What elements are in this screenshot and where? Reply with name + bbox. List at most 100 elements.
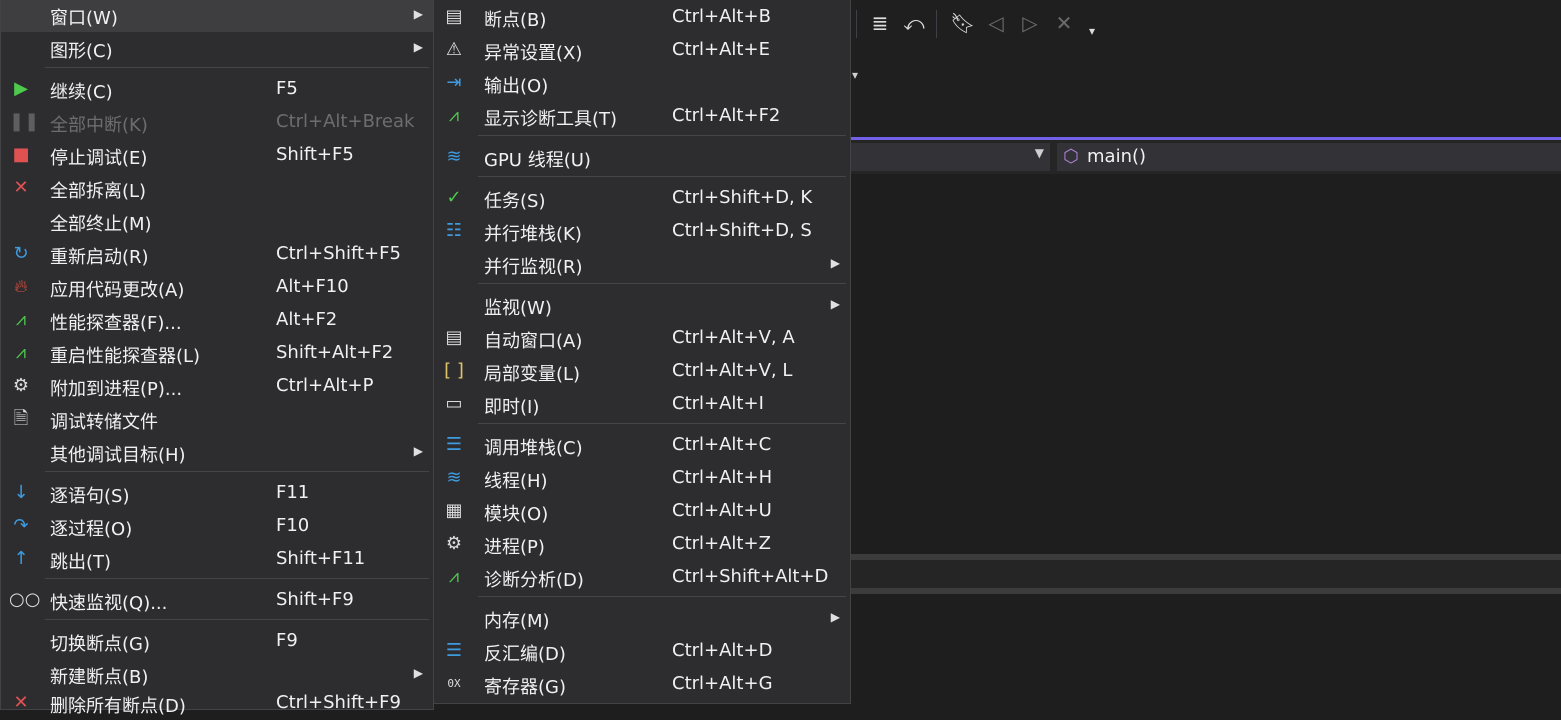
- menu-item-step-over[interactable]: ↷ 逐过程(O) F10: [1, 510, 433, 543]
- threads-icon: ≋: [446, 467, 462, 488]
- menu-item-terminate-all[interactable]: 全部终止(M): [1, 205, 433, 238]
- bookmark-icon[interactable]: 🔖︎: [950, 10, 975, 36]
- menu-item-label: 调用堆栈(C): [484, 438, 583, 459]
- menu-item-detach-all[interactable]: ✕ 全部拆离(L): [1, 172, 433, 205]
- menu-item-step-out[interactable]: ↑ 跳出(T) Shift+F11: [1, 543, 433, 576]
- menu-item-breakpoints[interactable]: ▤ 断点(B) Ctrl+Alt+B: [434, 1, 850, 34]
- function-dropdown[interactable]: ⬡ main(): [1057, 143, 1561, 171]
- menu-item-label: 任务(S): [484, 191, 546, 212]
- menu-item-restart[interactable]: ↻ 重新启动(R) Ctrl+Shift+F5: [1, 238, 433, 271]
- menu-item-threads[interactable]: ≋ 线程(H) Ctrl+Alt+H: [434, 462, 850, 495]
- menu-item-gpu-threads[interactable]: ≋ GPU 线程(U): [434, 141, 850, 174]
- menu-separator: [478, 176, 846, 177]
- menu-separator: [478, 596, 846, 597]
- menu-item-output[interactable]: ⇥ 输出(O): [434, 67, 850, 100]
- hot-reload-icon: 🔥︎: [14, 276, 28, 297]
- menu-item-label: 线程(H): [484, 471, 548, 492]
- menu-item-parallel-watch[interactable]: 并行监视(R) ▶: [434, 248, 850, 281]
- menu-item-label: 并行监视(R): [484, 257, 583, 278]
- next-bookmark-icon[interactable]: ▷: [1018, 10, 1042, 36]
- menu-item-shortcut: Shift+Alt+F2: [276, 342, 394, 363]
- menu-item-performance-profiler[interactable]: ⩘ 性能探查器(F)... Alt+F2: [1, 304, 433, 337]
- output-icon: ⇥: [446, 72, 462, 93]
- menu-item-break-all[interactable]: ❚❚ 全部中断(K) Ctrl+Alt+Break: [1, 106, 433, 139]
- menu-item-call-stack[interactable]: ☰ 调用堆栈(C) Ctrl+Alt+C: [434, 429, 850, 462]
- code-editor[interactable]: [850, 174, 1561, 554]
- menu-item-diagnostics-analysis[interactable]: ⩘ 诊断分析(D) Ctrl+Shift+Alt+D: [434, 561, 850, 594]
- menu-item-relaunch-profiler[interactable]: ⩘ 重启性能探查器(L) Shift+Alt+F2: [1, 337, 433, 370]
- menu-item-graphics[interactable]: 图形(C) ▶: [1, 32, 433, 65]
- submenu-arrow-icon: ▶: [413, 666, 423, 680]
- menu-item-processes[interactable]: ⚙ 进程(P) Ctrl+Alt+Z: [434, 528, 850, 561]
- menu-item-label: 继续(C): [50, 82, 113, 103]
- step-into-icon: ↓: [13, 482, 29, 503]
- submenu-arrow-icon: ▶: [413, 444, 423, 458]
- menu-item-label: 删除所有断点(D): [50, 696, 186, 717]
- diagnostic-tools-icon: ⩘: [448, 105, 460, 126]
- menu-item-label: 异常设置(X): [484, 43, 583, 64]
- gpu-threads-icon: ≋: [446, 146, 462, 167]
- menu-item-label: 显示诊断工具(T): [484, 109, 618, 130]
- menu-item-tasks[interactable]: ✓ 任务(S) Ctrl+Shift+D, K: [434, 182, 850, 215]
- menu-item-locals[interactable]: [ ] 局部变量(L) Ctrl+Alt+V, L: [434, 355, 850, 388]
- bottom-pane-header: [850, 560, 1561, 588]
- menu-item-label: 即时(I): [484, 397, 540, 418]
- menu-item-shortcut: Shift+F11: [276, 548, 366, 569]
- menu-item-disassembly[interactable]: ☰ 反汇编(D) Ctrl+Alt+D: [434, 635, 850, 668]
- menu-item-shortcut: Ctrl+Alt+I: [672, 393, 764, 414]
- menu-item-show-diagnostic-tools[interactable]: ⩘ 显示诊断工具(T) Ctrl+Alt+F2: [434, 100, 850, 133]
- menu-item-label: 全部中断(K): [50, 115, 148, 136]
- menu-item-shortcut: Ctrl+Alt+G: [672, 673, 773, 694]
- menu-item-other-debug-targets[interactable]: 其他调试目标(H) ▶: [1, 436, 433, 469]
- clear-bookmarks-icon[interactable]: ✕: [1052, 10, 1076, 36]
- attach-process-icon: ⚙: [12, 375, 30, 396]
- menu-separator: [45, 471, 429, 472]
- menu-item-label: 重新启动(R): [50, 247, 149, 268]
- parallel-stacks-icon: ☷: [445, 220, 463, 241]
- menu-item-shortcut: Ctrl+Alt+V, A: [672, 327, 795, 348]
- call-stack-icon: ☰: [445, 434, 463, 455]
- menu-item-watch[interactable]: 监视(W) ▶: [434, 289, 850, 322]
- menu-item-debug-dump-file[interactable]: 🗎︎ 调试转储文件: [1, 403, 433, 436]
- menu-item-continue[interactable]: ▶ 继续(C) F5: [1, 73, 433, 106]
- tab-strip: ▾: [850, 60, 1561, 138]
- tab-dropdown-icon[interactable]: ▾: [852, 68, 858, 82]
- menu-item-exception-settings[interactable]: ⚠ 异常设置(X) Ctrl+Alt+E: [434, 34, 850, 67]
- menu-item-label: 图形(C): [50, 41, 113, 62]
- menu-item-label: 逐语句(S): [50, 486, 130, 507]
- menu-item-shortcut: Alt+F10: [276, 276, 349, 297]
- toolbar-overflow-icon[interactable]: ▾: [1080, 18, 1104, 44]
- menu-item-registers[interactable]: 0X 寄存器(G) Ctrl+Alt+G: [434, 668, 850, 701]
- menu-item-quick-watch[interactable]: ○○ 快速监视(Q)... Shift+F9: [1, 584, 433, 617]
- menu-item-toggle-breakpoint[interactable]: 切换断点(G) F9: [1, 625, 433, 658]
- menu-item-autos[interactable]: ▤ 自动窗口(A) Ctrl+Alt+V, A: [434, 322, 850, 355]
- submenu-arrow-icon: ▶: [413, 40, 423, 54]
- menu-item-modules[interactable]: ▦ 模块(O) Ctrl+Alt+U: [434, 495, 850, 528]
- menu-item-stop-debugging[interactable]: ■ 停止调试(E) Shift+F5: [1, 139, 433, 172]
- menu-item-shortcut: Ctrl+Alt+Break: [276, 111, 415, 132]
- menu-item-label: 并行堆栈(K): [484, 224, 582, 245]
- menu-item-immediate[interactable]: ▭ 即时(I) Ctrl+Alt+I: [434, 388, 850, 421]
- menu-item-window[interactable]: 窗口(W) ▶: [1, 0, 433, 32]
- menu-item-label: 进程(P): [484, 537, 545, 558]
- submenu-arrow-icon: ▶: [830, 610, 840, 624]
- menu-item-memory[interactable]: 内存(M) ▶: [434, 602, 850, 635]
- chevron-down-icon: ▼: [1034, 146, 1044, 160]
- show-next-statement-icon[interactable]: ≣: [868, 10, 892, 36]
- menu-item-shortcut: Ctrl+Alt+B: [672, 6, 771, 27]
- step-out-icon: ↑: [13, 548, 29, 569]
- immediate-icon: ▭: [445, 393, 463, 414]
- undo-list-icon[interactable]: ⤺: [902, 10, 926, 36]
- navigation-bar: ▼ ⬡ main(): [850, 140, 1561, 174]
- method-cube-icon: ⬡: [1063, 146, 1079, 167]
- menu-item-label: 调试转储文件: [50, 412, 158, 433]
- submenu-arrow-icon: ▶: [413, 7, 423, 21]
- menu-item-delete-all-breakpoints[interactable]: ✕ 删除所有断点(D) Ctrl+Shift+F9: [1, 687, 433, 720]
- menu-item-attach-to-process[interactable]: ⚙ 附加到进程(P)... Ctrl+Alt+P: [1, 370, 433, 403]
- previous-bookmark-icon[interactable]: ◁: [984, 10, 1008, 36]
- menu-item-parallel-stacks[interactable]: ☷ 并行堆栈(K) Ctrl+Shift+D, S: [434, 215, 850, 248]
- scope-dropdown[interactable]: ▼: [850, 143, 1050, 171]
- menu-item-label: 新建断点(B): [50, 667, 149, 688]
- menu-item-apply-code-changes[interactable]: 🔥︎ 应用代码更改(A) Alt+F10: [1, 271, 433, 304]
- menu-item-step-into[interactable]: ↓ 逐语句(S) F11: [1, 477, 433, 510]
